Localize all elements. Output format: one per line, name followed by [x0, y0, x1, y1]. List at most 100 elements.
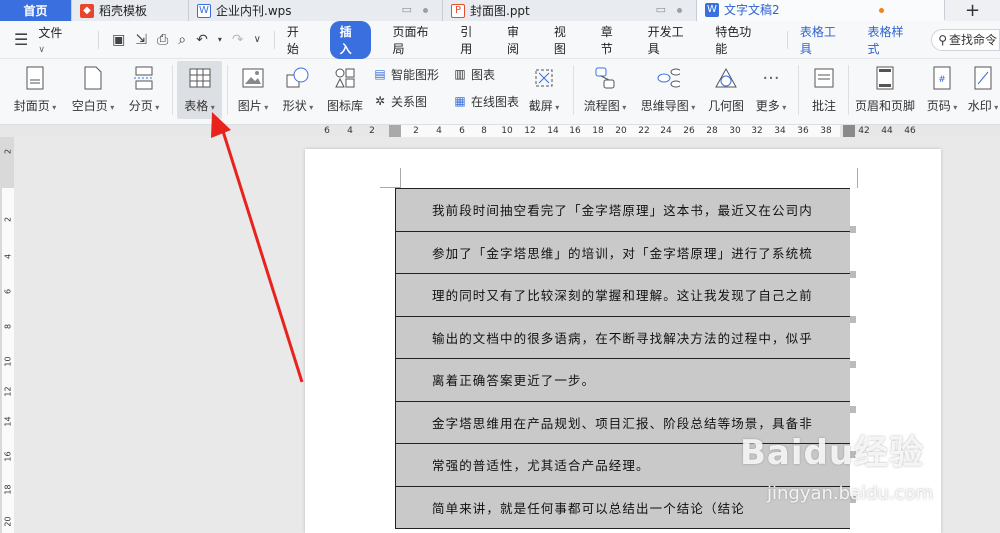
ruler-v-tick: 20 — [3, 516, 13, 527]
ruler-h-tick: 28 — [706, 126, 718, 136]
comment-button[interactable]: 批注 — [805, 61, 843, 119]
online-chart-label: 在线图表 — [471, 94, 520, 109]
menu-insert[interactable]: 插入 — [329, 20, 371, 59]
menu-bar: ☰ 文件 ∨ ▣ ⇲ ⎙ ⌕ ↶ ▾ ↷ ∨ 开始 插入 页面布局 引用 审阅 … — [0, 20, 1000, 59]
flowchart-label: 流程图 — [584, 97, 627, 114]
table-row[interactable]: 离着正确答案更近了一步。 — [395, 358, 851, 402]
screenshot-button[interactable]: 截屏 — [526, 61, 562, 119]
tab-document2[interactable]: W 文字文稿2 — [697, 0, 945, 21]
ruler-h-tick: 42 — [858, 126, 870, 136]
ruler-right-marker[interactable] — [843, 125, 855, 137]
chart-icon: ▥ — [454, 67, 466, 81]
monitor-icon[interactable]: ▭ — [656, 3, 666, 16]
ruler-v-tick: 16 — [3, 451, 13, 462]
hamburger-icon[interactable]: ☰ — [14, 30, 28, 49]
geometry-button[interactable]: 几何图 — [706, 61, 746, 119]
menu-review[interactable]: 审阅 — [503, 21, 532, 59]
menu-table-tools[interactable]: 表格工具 — [796, 21, 846, 59]
table-cell[interactable]: 理的同时又有了比较深刻的掌握和理解。这让我发现了自己之前 — [395, 273, 851, 317]
horizontal-ruler[interactable]: 6 4 2 2 4 6 8 10 12 14 16 18 20 22 24 26… — [0, 125, 1000, 137]
watermark-button[interactable]: 水印 — [966, 61, 1000, 119]
tab-home[interactable]: 首页 — [0, 0, 72, 21]
page-corner-mark — [857, 168, 858, 188]
vertical-ruler[interactable]: 2 2 4 6 8 10 12 14 16 18 20 — [0, 137, 14, 533]
ruler-v-tick: 2 — [3, 216, 13, 223]
icon-library-button[interactable]: 图标库 — [325, 61, 365, 119]
blank-page-icon — [81, 65, 105, 91]
table-row[interactable]: 输出的文档中的很多语病，在不断寻找解决方法的过程中，似乎 — [395, 315, 851, 359]
table-row[interactable]: 理的同时又有了比较深刻的掌握和理解。这让我发现了自己之前 — [395, 273, 851, 317]
ruler-v-tick: 14 — [3, 416, 13, 427]
menu-home[interactable]: 开始 — [283, 21, 312, 59]
document-table[interactable]: 我前段时间抽空看完了「金字塔原理」这本书，最近又在公司内 参加了「金字塔思维」的… — [395, 188, 851, 529]
relation-chart-button[interactable]: ✲ 关系图 — [372, 91, 427, 111]
table-row[interactable]: 参加了「金字塔思维」的培训，对「金字塔原理」进行了系统梳 — [395, 230, 851, 274]
online-chart-button[interactable]: ▦ 在线图表 — [452, 91, 519, 111]
undo-icon[interactable]: ↶ — [196, 32, 208, 48]
redo-icon[interactable]: ↷ — [232, 32, 244, 48]
table-cell[interactable]: 我前段时间抽空看完了「金字塔原理」这本书，最近又在公司内 — [395, 188, 851, 232]
customize-toolbar-icon[interactable]: ∨ — [254, 34, 261, 45]
page-corner-mark — [400, 168, 401, 188]
shape-button[interactable]: 形状 — [278, 61, 318, 119]
menu-developer[interactable]: 开发工具 — [644, 21, 694, 59]
ruler-h-tick: 38 — [820, 126, 832, 136]
mindmap-button[interactable]: 思维导图 — [638, 61, 698, 119]
print-icon[interactable]: ⎙ — [157, 32, 168, 48]
page-break-button[interactable]: 分页 — [124, 61, 164, 119]
file-menu[interactable]: 文件 ∨ — [34, 22, 72, 57]
tab-bar: 首页 ◆ 稻壳模板 W 企业内刊.wps ▭ P 封面图.ppt ▭ W 文字文… — [0, 0, 1000, 21]
ruler-v-tick: 10 — [3, 356, 13, 367]
page-number-button[interactable]: # 页码 — [923, 61, 961, 119]
monitor-icon[interactable]: ▭ — [402, 3, 412, 16]
online-chart-icon: ▦ — [454, 94, 466, 108]
header-footer-button[interactable]: 页眉和页脚 — [852, 61, 918, 119]
smartart-label: 智能图形 — [391, 67, 440, 82]
ribbon-divider — [227, 65, 228, 115]
menu-view[interactable]: 视图 — [550, 21, 579, 59]
more-button[interactable]: ··· 更多 — [752, 61, 790, 119]
table-cell[interactable]: 输出的文档中的很多语病，在不断寻找解决方法的过程中，似乎 — [395, 315, 851, 359]
smartart-button[interactable]: ▤ 智能图形 — [372, 64, 439, 84]
tab-docer-label: 稻壳模板 — [99, 4, 148, 18]
export-icon[interactable]: ⇲ — [135, 32, 147, 48]
table-button[interactable]: 表格 — [177, 61, 222, 119]
chart-button[interactable]: ▥ 图表 — [452, 64, 495, 84]
ppt-icon: P — [451, 3, 465, 18]
table-cell[interactable]: 参加了「金字塔思维」的培训，对「金字塔原理」进行了系统梳 — [395, 230, 851, 274]
undo-dropdown-icon[interactable]: ▾ — [218, 35, 222, 44]
ruler-v-tick: 2 — [3, 148, 13, 155]
save-icon[interactable]: ▣ — [112, 32, 125, 48]
new-tab-button[interactable]: + — [945, 0, 1000, 21]
command-search[interactable]: ⚲ 查找命令 — [931, 28, 1000, 51]
tab-enterprise-doc[interactable]: W 企业内刊.wps ▭ — [189, 0, 443, 21]
ruler-v-tick: 18 — [3, 484, 13, 495]
picture-button[interactable]: 图片 — [233, 61, 273, 119]
table-cell[interactable]: 离着正确答案更近了一步。 — [395, 358, 851, 402]
ruler-v-tick: 12 — [3, 386, 13, 397]
print-preview-icon[interactable]: ⌕ — [178, 32, 186, 48]
cover-page-button[interactable]: 封面页 — [10, 61, 60, 119]
menu-features[interactable]: 特色功能 — [711, 21, 761, 59]
tab-cover-ppt[interactable]: P 封面图.ppt ▭ — [443, 0, 697, 21]
blank-page-button[interactable]: 空白页 — [68, 61, 118, 119]
table-row[interactable]: 我前段时间抽空看完了「金字塔原理」这本书，最近又在公司内 — [395, 188, 851, 232]
ruler-indent-marker[interactable] — [389, 125, 401, 137]
separator — [786, 30, 788, 49]
ruler-h-tick: 4 — [347, 126, 353, 136]
tab-status-dot — [677, 8, 682, 13]
menu-table-style[interactable]: 表格样式 — [864, 21, 914, 59]
relation-chart-icon: ✲ — [374, 94, 386, 108]
comment-icon — [812, 65, 836, 91]
menu-page-layout[interactable]: 页面布局 — [389, 21, 439, 59]
more-icon: ··· — [762, 67, 780, 89]
menu-sections[interactable]: 章节 — [597, 21, 626, 59]
tab-enterprise-doc-label: 企业内刊.wps — [216, 4, 292, 18]
table-right-border-handle[interactable] — [850, 188, 856, 533]
menu-references[interactable]: 引用 — [456, 21, 485, 59]
shape-label: 形状 — [283, 97, 314, 114]
more-label: 更多 — [756, 97, 787, 114]
ruler-h-tick: 16 — [569, 126, 581, 136]
tab-docer[interactable]: ◆ 稻壳模板 — [72, 0, 189, 21]
flowchart-button[interactable]: 流程图 — [580, 61, 630, 119]
